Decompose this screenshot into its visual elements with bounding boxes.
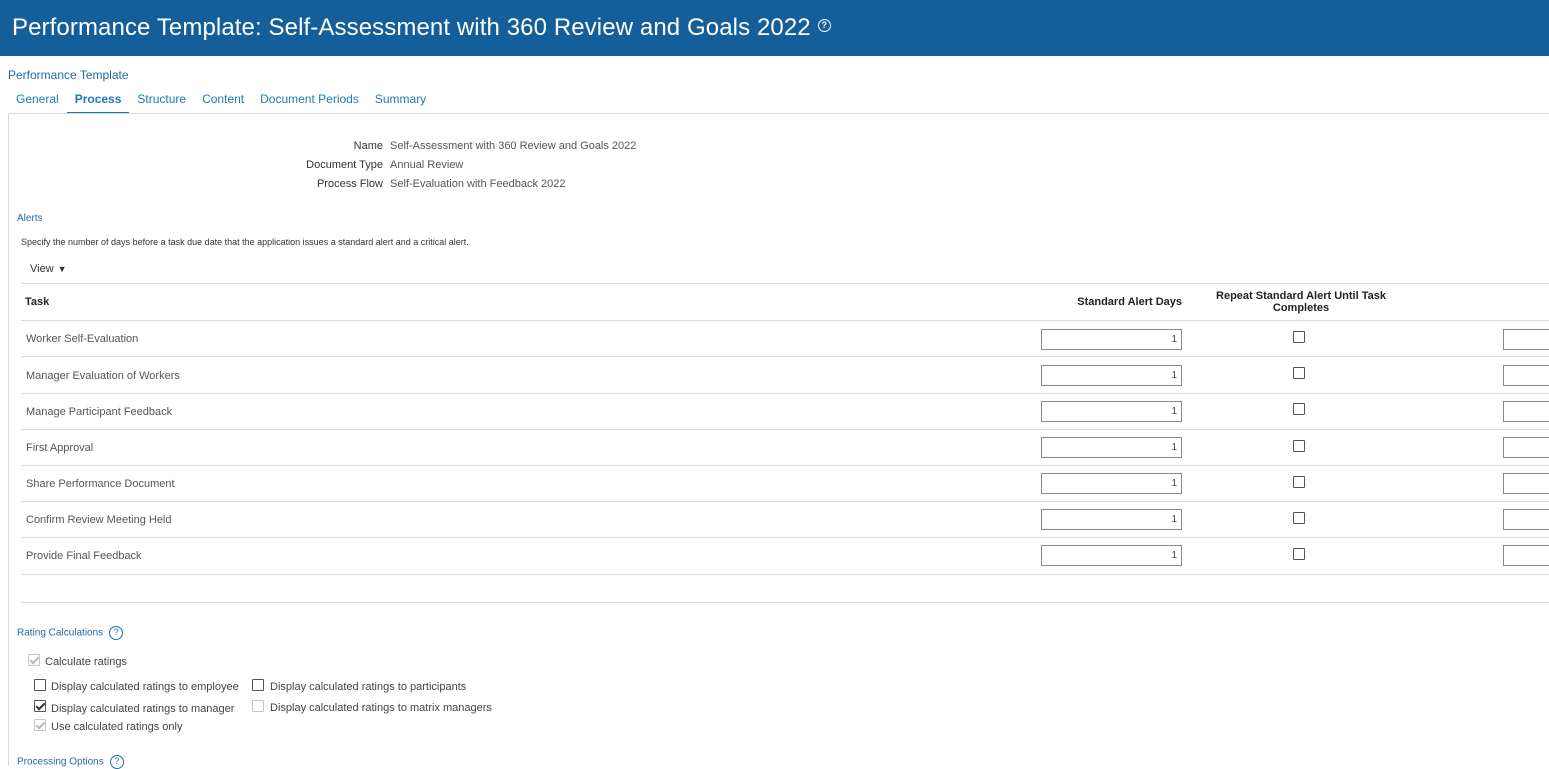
row-divider	[21, 429, 1549, 430]
table-bottom-border	[21, 574, 1549, 575]
panel-border-left	[8, 113, 9, 766]
display-to-manager-label: Display calculated ratings to manager	[51, 703, 235, 715]
calculate-ratings-checkbox[interactable]	[28, 654, 40, 666]
standard-alert-days-input[interactable]	[1041, 365, 1182, 386]
tab-summary[interactable]: Summary	[367, 87, 434, 114]
section-divider	[21, 602, 1549, 603]
standard-alert-days-input[interactable]	[1041, 473, 1182, 494]
info-name: Name Self-Assessment with 360 Review and…	[0, 140, 637, 152]
critical-alert-days-input[interactable]	[1503, 365, 1549, 386]
page-title: Performance Template: Self-Assessment wi…	[12, 14, 831, 42]
alerts-title: Alerts	[17, 213, 43, 224]
help-icon[interactable]: ?	[817, 19, 831, 33]
info-label: Name	[353, 140, 383, 152]
view-menu-button[interactable]: View ▼	[30, 263, 67, 275]
page-title-text: Performance Template: Self-Assessment wi…	[12, 14, 811, 41]
display-to-matrix-managers-label: Display calculated ratings to matrix man…	[270, 702, 492, 714]
view-label: View	[30, 263, 54, 275]
alerts-description: Specify the number of days before a task…	[21, 237, 469, 247]
critical-alert-days-input[interactable]	[1503, 401, 1549, 422]
column-header-repeat-line2: Completes	[1272, 302, 1330, 314]
display-to-manager-checkbox[interactable]	[34, 700, 46, 712]
info-label: Document Type	[306, 159, 383, 171]
tab-bar: General Process Structure Content Docume…	[8, 87, 434, 114]
use-calculated-ratings-only-checkbox[interactable]	[34, 719, 46, 731]
processing-options-title: Processing Options?	[17, 755, 124, 769]
row-divider	[21, 501, 1549, 502]
row-divider	[21, 465, 1549, 466]
column-header-repeat-line1: Repeat Standard Alert Until Task	[1216, 290, 1386, 302]
rating-calculations-label: Rating Calculations	[17, 627, 104, 639]
tab-structure[interactable]: Structure	[129, 87, 194, 114]
panel-border	[8, 113, 1549, 114]
repeat-alert-checkbox[interactable]	[1293, 548, 1305, 560]
calculate-ratings-label: Calculate ratings	[45, 656, 127, 668]
row-divider	[21, 537, 1549, 538]
row-divider	[21, 393, 1549, 394]
repeat-alert-checkbox[interactable]	[1293, 367, 1305, 379]
task-name: Confirm Review Meeting Held	[26, 514, 172, 526]
display-to-employee-checkbox[interactable]	[34, 679, 46, 691]
info-document-type: Document Type Annual Review	[0, 159, 463, 171]
tab-document-periods[interactable]: Document Periods	[252, 87, 367, 114]
rating-calculations-title: Rating Calculations?	[17, 626, 124, 640]
critical-alert-days-input[interactable]	[1503, 545, 1549, 566]
task-name: Worker Self-Evaluation	[26, 333, 139, 345]
info-label: Process Flow	[316, 178, 383, 190]
standard-alert-days-input[interactable]	[1041, 509, 1182, 530]
task-name: Manage Participant Feedback	[26, 406, 173, 418]
info-value: Self-Assessment with 360 Review and Goal…	[390, 140, 637, 152]
repeat-alert-checkbox[interactable]	[1293, 512, 1305, 524]
column-header-repeat-alert[interactable]: Repeat Standard Alert Until Task Complet…	[1201, 290, 1401, 314]
display-to-participants-checkbox[interactable]	[252, 679, 264, 691]
repeat-alert-checkbox[interactable]	[1293, 476, 1305, 488]
task-name: Provide Final Feedback	[26, 550, 142, 562]
breadcrumb: Performance Template	[8, 68, 129, 82]
info-value: Annual Review	[390, 159, 464, 171]
standard-alert-days-input[interactable]	[1041, 437, 1182, 458]
page-header: Performance Template: Self-Assessment wi…	[0, 0, 1549, 56]
critical-alert-days-input[interactable]	[1503, 473, 1549, 494]
info-process-flow: Process Flow Self-Evaluation with Feedba…	[0, 178, 566, 190]
use-calculated-ratings-only-label: Use calculated ratings only	[51, 721, 183, 733]
help-icon[interactable]: ?	[109, 755, 124, 769]
table-header-border	[21, 320, 1549, 321]
task-name: First Approval	[26, 442, 94, 454]
tab-content[interactable]: Content	[194, 87, 252, 114]
repeat-alert-checkbox[interactable]	[1293, 440, 1305, 452]
repeat-alert-checkbox[interactable]	[1293, 403, 1305, 415]
table-top-border	[21, 283, 1549, 284]
standard-alert-days-input[interactable]	[1041, 329, 1182, 350]
help-icon[interactable]: ?	[109, 626, 124, 640]
tab-process[interactable]: Process	[66, 87, 130, 114]
info-value: Self-Evaluation with Feedback 2022	[390, 178, 566, 190]
repeat-alert-checkbox[interactable]	[1293, 331, 1305, 343]
display-to-employee-label: Display calculated ratings to employee	[51, 681, 239, 693]
column-header-task[interactable]: Task	[25, 296, 49, 308]
critical-alert-days-input[interactable]	[1503, 509, 1549, 530]
task-name: Share Performance Document	[26, 478, 175, 490]
standard-alert-days-input[interactable]	[1041, 401, 1182, 422]
display-to-participants-label: Display calculated ratings to participan…	[270, 681, 467, 693]
row-divider	[21, 356, 1549, 357]
tab-general[interactable]: General	[8, 87, 67, 114]
caret-down-icon: ▼	[57, 264, 67, 274]
column-header-standard-alert-days[interactable]: Standard Alert Days	[1041, 296, 1182, 308]
standard-alert-days-input[interactable]	[1041, 545, 1182, 566]
critical-alert-days-input[interactable]	[1503, 437, 1549, 458]
task-name: Manager Evaluation of Workers	[26, 370, 180, 382]
critical-alert-days-input[interactable]	[1503, 329, 1549, 350]
display-to-matrix-managers-checkbox[interactable]	[252, 700, 264, 712]
